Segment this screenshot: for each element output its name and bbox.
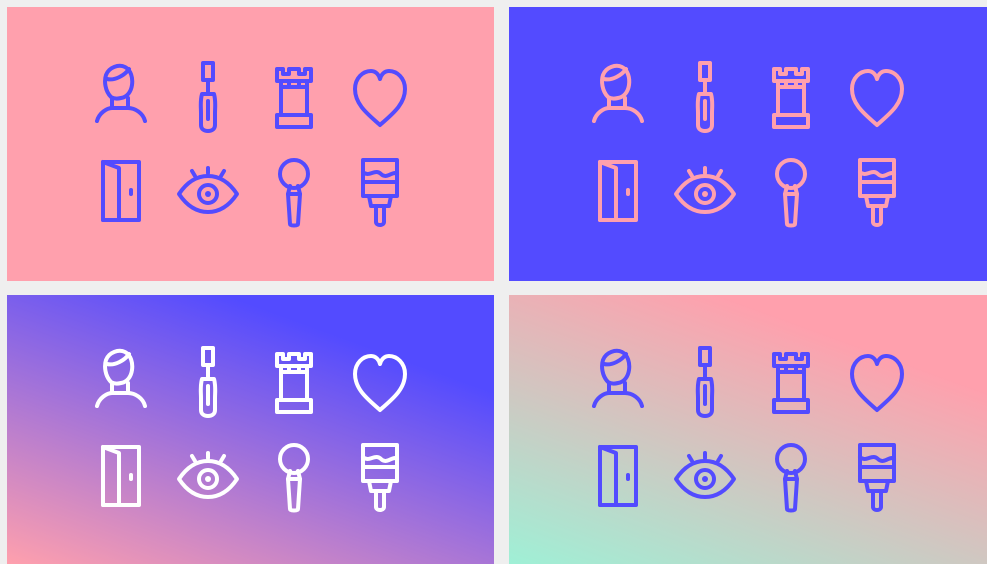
door-icon bbox=[598, 159, 638, 222]
person-icon bbox=[576, 49, 662, 144]
paintbrush-icon bbox=[337, 144, 423, 239]
icon-panel-gradient-pink-blue bbox=[7, 295, 494, 564]
magnifier-icon bbox=[775, 157, 807, 227]
magnifier-icon bbox=[251, 144, 337, 239]
screwdriver-icon bbox=[198, 60, 217, 133]
door-icon bbox=[100, 159, 141, 222]
rook-icon bbox=[772, 66, 810, 129]
rook-icon bbox=[748, 49, 834, 144]
door-icon bbox=[100, 445, 141, 507]
screwdriver-icon bbox=[165, 335, 251, 430]
rook-icon bbox=[251, 335, 337, 430]
heart-icon bbox=[834, 335, 920, 430]
door-icon bbox=[576, 144, 662, 239]
door-icon bbox=[598, 445, 638, 507]
icon-panel-solid-blue bbox=[509, 7, 987, 281]
icon-grid bbox=[79, 49, 423, 239]
eye-icon bbox=[674, 165, 736, 214]
icon-grid bbox=[79, 335, 423, 525]
screwdriver-icon bbox=[165, 49, 251, 144]
magnifier-icon bbox=[251, 430, 337, 525]
eye-icon bbox=[176, 165, 239, 214]
rook-icon bbox=[274, 66, 313, 129]
rook-icon bbox=[274, 352, 313, 414]
door-icon bbox=[79, 144, 165, 239]
person-icon bbox=[94, 348, 147, 408]
magnifier-icon bbox=[775, 443, 807, 513]
paintbrush-icon bbox=[858, 157, 896, 227]
eye-icon bbox=[165, 430, 251, 525]
person-icon bbox=[592, 63, 644, 123]
paintbrush-icon bbox=[834, 144, 920, 239]
screwdriver-icon bbox=[662, 49, 748, 144]
heart-icon bbox=[850, 68, 904, 127]
heart-icon bbox=[337, 335, 423, 430]
paintbrush-icon bbox=[858, 443, 896, 512]
paintbrush-icon bbox=[337, 430, 423, 525]
person-icon bbox=[576, 335, 662, 430]
person-icon bbox=[79, 49, 165, 144]
heart-icon bbox=[352, 68, 407, 127]
magnifier-icon bbox=[277, 157, 310, 227]
paintbrush-icon bbox=[360, 443, 399, 512]
person-icon bbox=[94, 63, 147, 123]
rook-icon bbox=[748, 335, 834, 430]
person-icon bbox=[79, 335, 165, 430]
magnifier-icon bbox=[748, 144, 834, 239]
heart-icon bbox=[850, 354, 904, 412]
icon-panel-gradient-mint-pink bbox=[509, 295, 987, 564]
heart-icon bbox=[337, 49, 423, 144]
heart-icon bbox=[352, 354, 407, 412]
screwdriver-icon bbox=[695, 60, 715, 133]
heart-icon bbox=[834, 49, 920, 144]
screwdriver-icon bbox=[695, 346, 715, 418]
icon-panel-solid-pink bbox=[7, 7, 494, 281]
person-icon bbox=[592, 348, 644, 408]
door-icon bbox=[576, 430, 662, 525]
eye-icon bbox=[662, 430, 748, 525]
screwdriver-icon bbox=[662, 335, 748, 430]
eye-icon bbox=[165, 144, 251, 239]
paintbrush-icon bbox=[360, 157, 399, 227]
icon-grid bbox=[576, 335, 920, 525]
eye-icon bbox=[662, 144, 748, 239]
rook-icon bbox=[251, 49, 337, 144]
icon-grid bbox=[576, 49, 920, 239]
rook-icon bbox=[772, 352, 810, 414]
magnifier-icon bbox=[277, 443, 310, 513]
paintbrush-icon bbox=[834, 430, 920, 525]
screwdriver-icon bbox=[198, 346, 217, 418]
eye-icon bbox=[176, 451, 239, 499]
magnifier-icon bbox=[748, 430, 834, 525]
door-icon bbox=[79, 430, 165, 525]
eye-icon bbox=[674, 451, 736, 499]
